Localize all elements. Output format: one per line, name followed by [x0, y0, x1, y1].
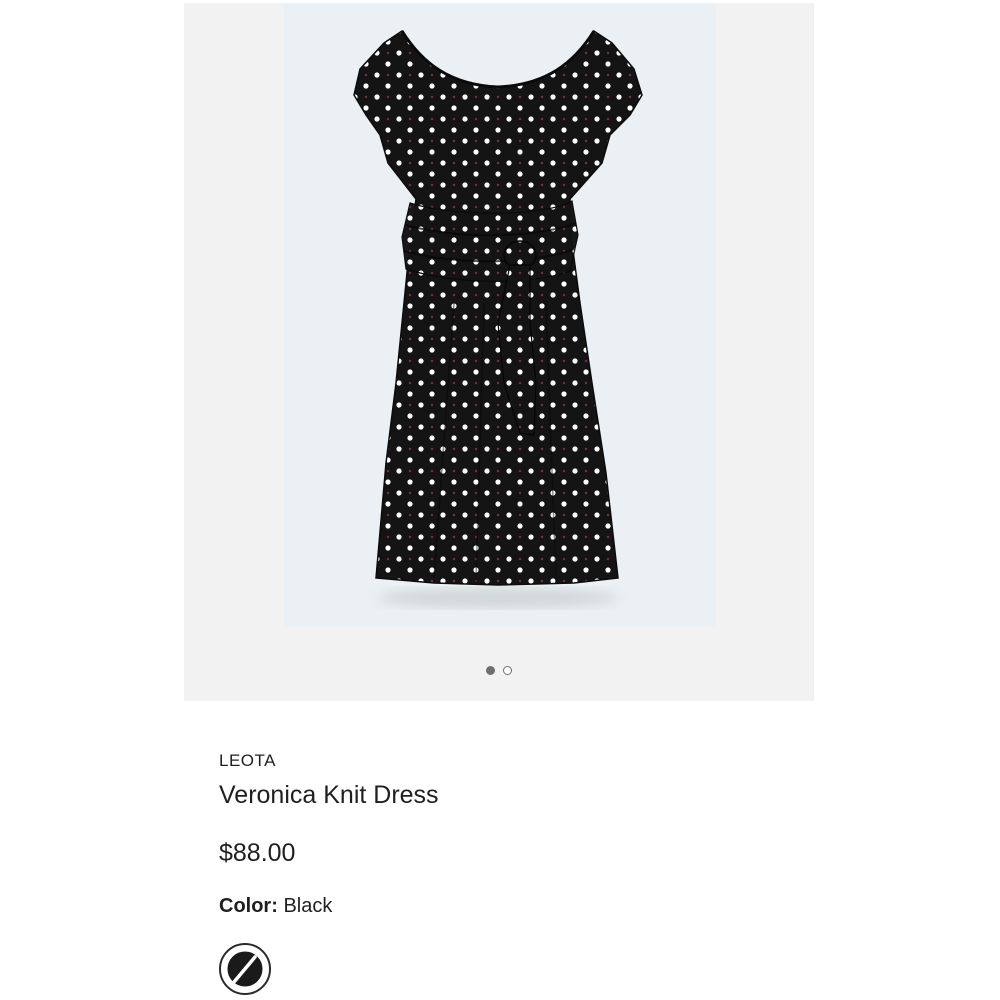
dress-body — [353, 29, 643, 586]
black-color-swatch-icon — [227, 951, 263, 987]
color-selection-label: Color: Black — [219, 894, 819, 918]
product-price: $88.00 — [219, 839, 296, 867]
gallery-pagination — [184, 666, 814, 675]
dress-waist-wrap — [401, 200, 579, 282]
gallery-dot-2[interactable] — [503, 666, 512, 675]
color-swatch-black[interactable] — [219, 943, 271, 995]
product-photo[interactable] — [284, 3, 716, 627]
product-detail-page: LEOTA Veronica Knit Dress $88.00 Color: … — [0, 0, 1000, 1000]
dress-image — [353, 29, 643, 608]
color-label: Color: — [219, 895, 278, 917]
product-brand: LEOTA — [219, 751, 276, 770]
product-image-gallery[interactable] — [184, 3, 814, 701]
color-value: Black — [283, 895, 333, 917]
product-info: LEOTA Veronica Knit Dress $88.00 Color: … — [219, 750, 819, 995]
product-title: Veronica Knit Dress — [219, 781, 439, 809]
gallery-dot-1[interactable] — [486, 666, 495, 675]
